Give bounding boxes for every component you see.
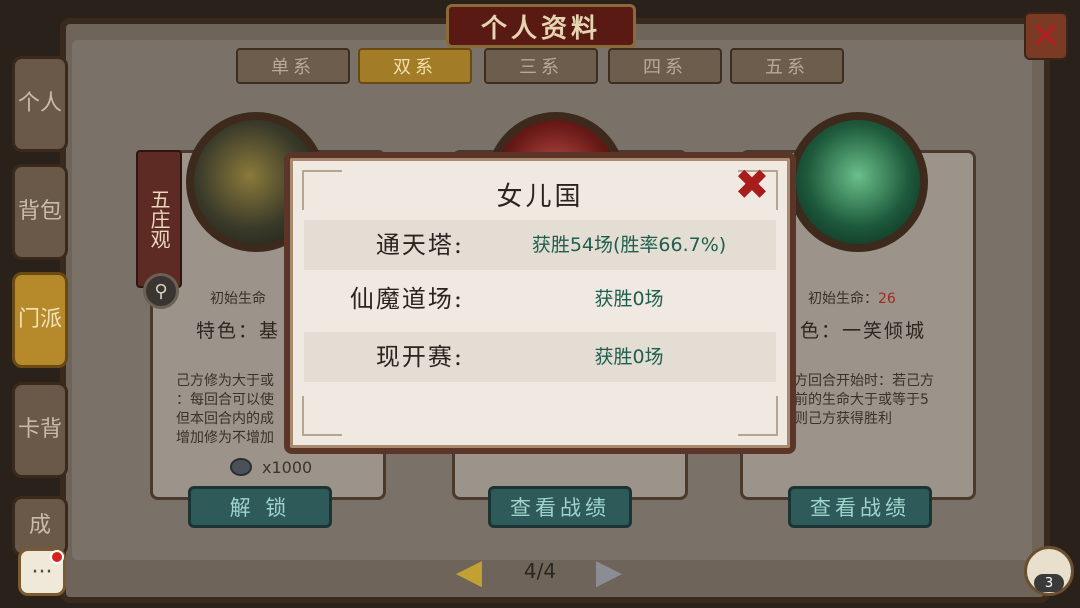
stat-row: 现开赛: 获胜0场 [304,332,776,382]
game-screen: 个人资料 ✕ 个人 背包 门派 卡背 成 单系 双系 三系 四系 五系 五庄观 … [0,0,1080,608]
dialog-title: 女儿国 [496,181,584,212]
stat-label: 通天塔: [375,231,464,259]
stat-row: 通天塔: 获胜54场(胜率66.7%) [304,220,776,270]
dialog-corner-ornament [738,396,778,436]
stat-value: 获胜0场 [594,288,664,310]
stat-value: 获胜54场(胜率66.7%) [531,234,727,256]
stat-label: 现开赛: [375,343,464,371]
stat-label: 仙魔道场: [349,285,464,313]
dialog-corner-ornament [302,396,342,436]
stat-row: 仙魔道场: 获胜0场 [304,274,776,324]
close-icon[interactable]: ✖ [728,160,776,209]
stat-value: 获胜0场 [594,346,664,368]
